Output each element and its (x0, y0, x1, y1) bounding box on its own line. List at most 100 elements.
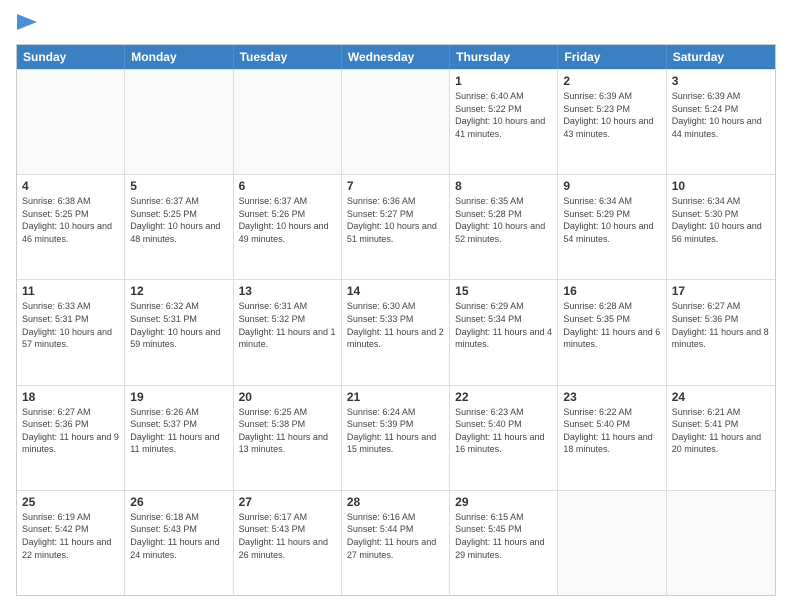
calendar-day-15: 15 Sunrise: 6:29 AM Sunset: 5:34 PM Dayli… (450, 280, 558, 384)
day-number: 14 (347, 284, 444, 298)
day-info: Sunrise: 6:39 AM Sunset: 5:24 PM Dayligh… (672, 90, 770, 140)
day-info: Sunrise: 6:26 AM Sunset: 5:37 PM Dayligh… (130, 406, 227, 456)
day-number: 11 (22, 284, 119, 298)
logo-text (16, 16, 37, 34)
calendar-header: SundayMondayTuesdayWednesdayThursdayFrid… (17, 45, 775, 69)
calendar-week-5: 25 Sunrise: 6:19 AM Sunset: 5:42 PM Dayli… (17, 490, 775, 595)
calendar-day-17: 17 Sunrise: 6:27 AM Sunset: 5:36 PM Dayli… (667, 280, 775, 384)
calendar-week-3: 11 Sunrise: 6:33 AM Sunset: 5:31 PM Dayli… (17, 279, 775, 384)
calendar-day-18: 18 Sunrise: 6:27 AM Sunset: 5:36 PM Dayli… (17, 386, 125, 490)
calendar-empty-cell (558, 491, 666, 595)
day-number: 18 (22, 390, 119, 404)
day-info: Sunrise: 6:29 AM Sunset: 5:34 PM Dayligh… (455, 300, 552, 350)
day-number: 27 (239, 495, 336, 509)
calendar-day-22: 22 Sunrise: 6:23 AM Sunset: 5:40 PM Dayli… (450, 386, 558, 490)
day-number: 21 (347, 390, 444, 404)
calendar-week-4: 18 Sunrise: 6:27 AM Sunset: 5:36 PM Dayli… (17, 385, 775, 490)
calendar-empty-cell (234, 70, 342, 174)
calendar-empty-cell (667, 491, 775, 595)
calendar-day-1: 1 Sunrise: 6:40 AM Sunset: 5:22 PM Daylig… (450, 70, 558, 174)
day-number: 28 (347, 495, 444, 509)
day-info: Sunrise: 6:27 AM Sunset: 5:36 PM Dayligh… (22, 406, 119, 456)
calendar-day-26: 26 Sunrise: 6:18 AM Sunset: 5:43 PM Dayli… (125, 491, 233, 595)
day-info: Sunrise: 6:32 AM Sunset: 5:31 PM Dayligh… (130, 300, 227, 350)
day-number: 13 (239, 284, 336, 298)
day-info: Sunrise: 6:31 AM Sunset: 5:32 PM Dayligh… (239, 300, 336, 350)
day-info: Sunrise: 6:15 AM Sunset: 5:45 PM Dayligh… (455, 511, 552, 561)
day-info: Sunrise: 6:33 AM Sunset: 5:31 PM Dayligh… (22, 300, 119, 350)
calendar-empty-cell (17, 70, 125, 174)
day-number: 3 (672, 74, 770, 88)
logo-icon (17, 14, 37, 38)
header-day-thursday: Thursday (450, 45, 558, 69)
day-number: 2 (563, 74, 660, 88)
calendar-day-14: 14 Sunrise: 6:30 AM Sunset: 5:33 PM Dayli… (342, 280, 450, 384)
day-number: 19 (130, 390, 227, 404)
day-number: 23 (563, 390, 660, 404)
day-number: 8 (455, 179, 552, 193)
header-day-sunday: Sunday (17, 45, 125, 69)
day-info: Sunrise: 6:21 AM Sunset: 5:41 PM Dayligh… (672, 406, 770, 456)
calendar-day-24: 24 Sunrise: 6:21 AM Sunset: 5:41 PM Dayli… (667, 386, 775, 490)
day-number: 7 (347, 179, 444, 193)
calendar-day-19: 19 Sunrise: 6:26 AM Sunset: 5:37 PM Dayli… (125, 386, 233, 490)
day-info: Sunrise: 6:24 AM Sunset: 5:39 PM Dayligh… (347, 406, 444, 456)
header-day-friday: Friday (558, 45, 666, 69)
calendar-day-9: 9 Sunrise: 6:34 AM Sunset: 5:29 PM Daylig… (558, 175, 666, 279)
day-number: 20 (239, 390, 336, 404)
calendar: SundayMondayTuesdayWednesdayThursdayFrid… (16, 44, 776, 596)
page: SundayMondayTuesdayWednesdayThursdayFrid… (0, 0, 792, 612)
day-number: 22 (455, 390, 552, 404)
day-info: Sunrise: 6:16 AM Sunset: 5:44 PM Dayligh… (347, 511, 444, 561)
header-day-wednesday: Wednesday (342, 45, 450, 69)
day-info: Sunrise: 6:27 AM Sunset: 5:36 PM Dayligh… (672, 300, 770, 350)
calendar-day-13: 13 Sunrise: 6:31 AM Sunset: 5:32 PM Dayli… (234, 280, 342, 384)
day-info: Sunrise: 6:25 AM Sunset: 5:38 PM Dayligh… (239, 406, 336, 456)
calendar-day-11: 11 Sunrise: 6:33 AM Sunset: 5:31 PM Dayli… (17, 280, 125, 384)
calendar-empty-cell (125, 70, 233, 174)
day-number: 15 (455, 284, 552, 298)
calendar-day-7: 7 Sunrise: 6:36 AM Sunset: 5:27 PM Daylig… (342, 175, 450, 279)
calendar-day-23: 23 Sunrise: 6:22 AM Sunset: 5:40 PM Dayli… (558, 386, 666, 490)
day-info: Sunrise: 6:22 AM Sunset: 5:40 PM Dayligh… (563, 406, 660, 456)
calendar-week-1: 1 Sunrise: 6:40 AM Sunset: 5:22 PM Daylig… (17, 69, 775, 174)
day-info: Sunrise: 6:36 AM Sunset: 5:27 PM Dayligh… (347, 195, 444, 245)
calendar-week-2: 4Sunrise: 6:38 AM Sunset: 5:25 PM Daylig… (17, 174, 775, 279)
day-info: Sunrise: 6:40 AM Sunset: 5:22 PM Dayligh… (455, 90, 552, 140)
calendar-day-29: 29 Sunrise: 6:15 AM Sunset: 5:45 PM Dayli… (450, 491, 558, 595)
calendar-day-16: 16 Sunrise: 6:28 AM Sunset: 5:35 PM Dayli… (558, 280, 666, 384)
day-info: Sunrise: 6:34 AM Sunset: 5:30 PM Dayligh… (672, 195, 770, 245)
calendar-body: 1 Sunrise: 6:40 AM Sunset: 5:22 PM Daylig… (17, 69, 775, 595)
day-info: Sunrise: 6:18 AM Sunset: 5:43 PM Dayligh… (130, 511, 227, 561)
day-info: Sunrise: 6:34 AM Sunset: 5:29 PM Dayligh… (563, 195, 660, 245)
calendar-day-3: 3 Sunrise: 6:39 AM Sunset: 5:24 PM Daylig… (667, 70, 775, 174)
calendar-day-6: 6 Sunrise: 6:37 AM Sunset: 5:26 PM Daylig… (234, 175, 342, 279)
header-day-saturday: Saturday (667, 45, 775, 69)
logo (16, 16, 37, 34)
day-number: 6 (239, 179, 336, 193)
day-number: 9 (563, 179, 660, 193)
day-number: 24 (672, 390, 770, 404)
day-number: 26 (130, 495, 227, 509)
calendar-day-8: 8 Sunrise: 6:35 AM Sunset: 5:28 PM Daylig… (450, 175, 558, 279)
day-info: Sunrise: 6:30 AM Sunset: 5:33 PM Dayligh… (347, 300, 444, 350)
calendar-day-21: 21 Sunrise: 6:24 AM Sunset: 5:39 PM Dayli… (342, 386, 450, 490)
day-number: 4 (22, 179, 119, 193)
day-number: 25 (22, 495, 119, 509)
day-info: Sunrise: 6:23 AM Sunset: 5:40 PM Dayligh… (455, 406, 552, 456)
day-info: Sunrise: 6:37 AM Sunset: 5:26 PM Dayligh… (239, 195, 336, 245)
day-number: 16 (563, 284, 660, 298)
day-number: 17 (672, 284, 770, 298)
day-number: 1 (455, 74, 552, 88)
calendar-day-20: 20 Sunrise: 6:25 AM Sunset: 5:38 PM Dayli… (234, 386, 342, 490)
day-info: Sunrise: 6:35 AM Sunset: 5:28 PM Dayligh… (455, 195, 552, 245)
day-info: Sunrise: 6:28 AM Sunset: 5:35 PM Dayligh… (563, 300, 660, 350)
day-number: 5 (130, 179, 227, 193)
calendar-day-27: 27Sunrise: 6:17 AM Sunset: 5:43 PM Dayli… (234, 491, 342, 595)
header-day-tuesday: Tuesday (234, 45, 342, 69)
day-info: Sunrise: 6:19 AM Sunset: 5:42 PM Dayligh… (22, 511, 119, 561)
day-number: 29 (455, 495, 552, 509)
calendar-day-5: 5 Sunrise: 6:37 AM Sunset: 5:25 PM Daylig… (125, 175, 233, 279)
header-day-monday: Monday (125, 45, 233, 69)
day-info: Sunrise: 6:37 AM Sunset: 5:25 PM Dayligh… (130, 195, 227, 245)
